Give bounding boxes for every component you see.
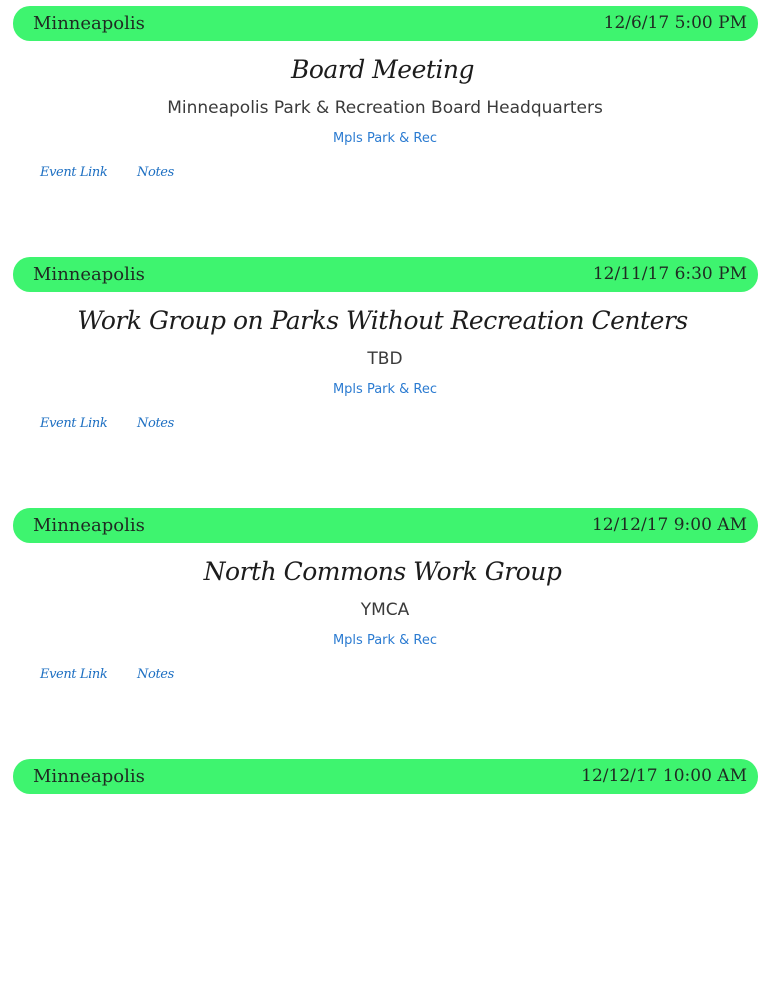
event-datetime: 12/6/17 5:00 PM xyxy=(603,13,747,33)
event-header-bar: Minneapolis 12/6/17 5:00 PM xyxy=(13,6,758,41)
event-title: Work Group on Parks Without Recreation C… xyxy=(77,306,688,335)
event-city: Minneapolis xyxy=(33,766,145,787)
event-datetime: 12/11/17 6:30 PM xyxy=(592,264,747,284)
notes-link[interactable]: Notes xyxy=(137,416,174,431)
event-organizer-link[interactable]: Mpls Park & Rec xyxy=(0,382,765,397)
event-organizer-link[interactable]: Mpls Park & Rec xyxy=(0,131,765,146)
notes-link[interactable]: Notes xyxy=(137,165,174,180)
event-city: Minneapolis xyxy=(33,515,145,536)
event-card: Minneapolis 12/12/17 10:00 AM xyxy=(0,753,765,1004)
event-venue: Minneapolis Park & Recreation Board Head… xyxy=(167,98,603,118)
event-card: Minneapolis 12/12/17 9:00 AM North Commo… xyxy=(0,502,765,753)
event-organizer-link[interactable]: Mpls Park & Rec xyxy=(0,633,765,648)
event-link[interactable]: Event Link xyxy=(40,165,108,180)
event-city: Minneapolis xyxy=(33,13,145,34)
event-card: Minneapolis 12/11/17 6:30 PM Work Group … xyxy=(0,251,765,502)
event-city: Minneapolis xyxy=(33,264,145,285)
event-links: Event Link Notes xyxy=(40,667,174,682)
event-venue: YMCA xyxy=(360,600,410,620)
event-venue: TBD xyxy=(367,349,403,369)
event-datetime: 12/12/17 9:00 AM xyxy=(591,515,747,535)
notes-link[interactable]: Notes xyxy=(137,667,174,682)
event-card: Minneapolis 12/6/17 5:00 PM Board Meetin… xyxy=(0,0,765,251)
event-datetime: 12/12/17 10:00 AM xyxy=(581,766,747,786)
event-links: Event Link Notes xyxy=(40,165,174,180)
event-links: Event Link Notes xyxy=(40,416,174,431)
event-link[interactable]: Event Link xyxy=(40,416,108,431)
event-header-bar: Minneapolis 12/12/17 10:00 AM xyxy=(13,759,758,794)
event-header-bar: Minneapolis 12/12/17 9:00 AM xyxy=(13,508,758,543)
event-header-bar: Minneapolis 12/11/17 6:30 PM xyxy=(13,257,758,292)
event-link[interactable]: Event Link xyxy=(40,667,108,682)
event-title: Board Meeting xyxy=(290,55,475,84)
event-title: North Commons Work Group xyxy=(203,557,562,586)
